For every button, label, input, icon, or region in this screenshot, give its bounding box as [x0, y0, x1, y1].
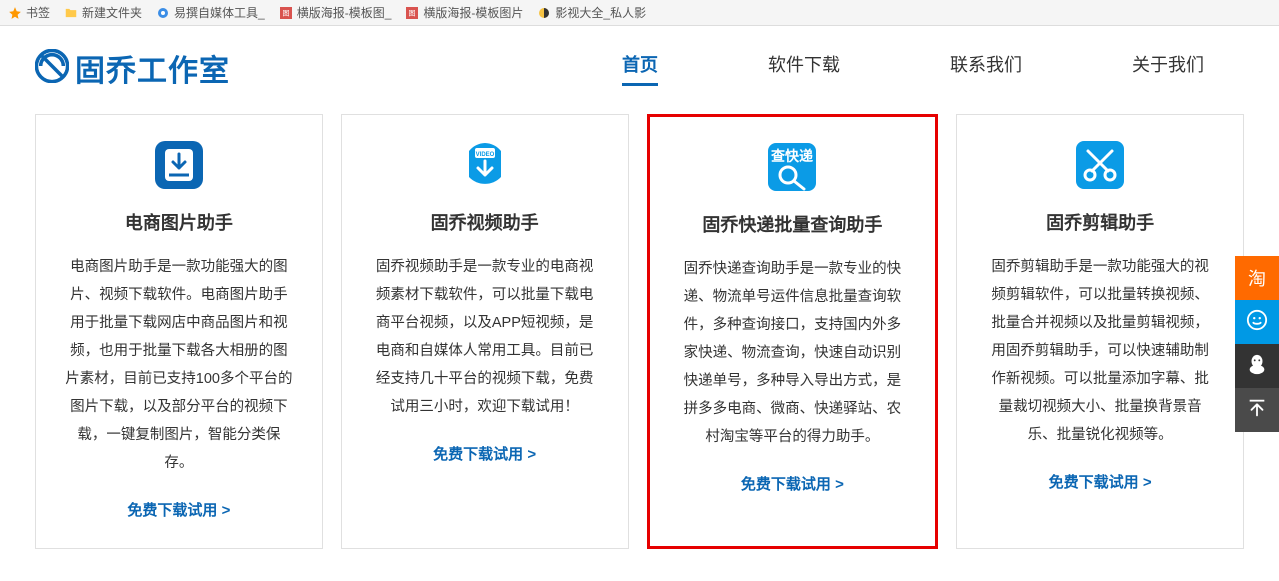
card-title: 固乔快递批量查询助手 [672, 211, 914, 237]
bookmark-label: 书签 [26, 4, 50, 21]
site-logo[interactable]: 固乔工作室 [35, 46, 230, 90]
side-float: 淘 [1235, 256, 1279, 432]
card-download-link[interactable]: 免费下载试用 > [58, 499, 300, 520]
card-desc: 固乔剪辑助手是一款功能强大的视频剪辑软件，可以批量转换视频、批量合并视频以及批量… [979, 253, 1221, 449]
download-icon [149, 135, 209, 195]
bookmark-label: 易撰自媒体工具_ [174, 4, 265, 21]
bookmark-item[interactable]: 图 横版海报-模板图_ [279, 4, 392, 21]
card-express-query: 查快递 固乔快递批量查询助手 固乔快递查询助手是一款专业的快递、物流单号运件信息… [647, 114, 939, 549]
card-image-helper: 电商图片助手 电商图片助手是一款功能强大的图片、视频下载软件。电商图片助手用于批… [35, 114, 323, 549]
arrow-up-icon [1246, 397, 1268, 424]
side-qq[interactable] [1235, 344, 1279, 388]
card-title: 固乔视频助手 [364, 209, 606, 235]
svg-text:查快递: 查快递 [771, 148, 813, 164]
page-header: 固乔工作室 首页 软件下载 联系我们 关于我们 [35, 46, 1244, 90]
card-download-link[interactable]: 免费下载试用 > [672, 473, 914, 494]
globe-icon [156, 6, 170, 20]
star-icon [8, 6, 22, 20]
bookmark-item[interactable]: 易撰自媒体工具_ [156, 4, 265, 21]
main-nav: 首页 软件下载 联系我们 关于我们 [622, 51, 1244, 86]
brand-text: 固乔工作室 [75, 46, 230, 90]
nav-download[interactable]: 软件下载 [768, 51, 840, 86]
side-face[interactable] [1235, 300, 1279, 344]
taobao-icon: 淘 [1248, 265, 1266, 291]
bookmark-folder[interactable]: 新建文件夹 [64, 4, 142, 21]
image-icon: 图 [279, 6, 293, 20]
card-download-link[interactable]: 免费下载试用 > [979, 471, 1221, 492]
video-icon [537, 6, 551, 20]
card-desc: 电商图片助手是一款功能强大的图片、视频下载软件。电商图片助手用于批量下载网店中商… [58, 253, 300, 477]
bookmark-label: 新建文件夹 [82, 4, 142, 21]
card-edit-helper: 固乔剪辑助手 固乔剪辑助手是一款功能强大的视频剪辑软件，可以批量转换视频、批量合… [956, 114, 1244, 549]
card-desc: 固乔视频助手是一款专业的电商视频素材下载软件，可以批量下载电商平台视频，以及AP… [364, 253, 606, 421]
nav-home[interactable]: 首页 [622, 51, 658, 86]
card-title: 固乔剪辑助手 [979, 209, 1221, 235]
bookmark-label: 横版海报-模板图片 [423, 4, 523, 21]
card-download-link[interactable]: 免费下载试用 > [364, 443, 606, 464]
card-video-helper: VIDEO 固乔视频助手 固乔视频助手是一款专业的电商视频素材下载软件，可以批量… [341, 114, 629, 549]
video-download-icon: VIDEO [455, 135, 515, 195]
product-cards: 电商图片助手 电商图片助手是一款功能强大的图片、视频下载软件。电商图片助手用于批… [35, 114, 1244, 549]
bookmarks-bar: 书签 新建文件夹 易撰自媒体工具_ 图 横版海报-模板图_ 图 横版海报-模板图… [0, 0, 1279, 26]
scissors-icon [1070, 135, 1130, 195]
side-taobao[interactable]: 淘 [1235, 256, 1279, 300]
bookmark-item[interactable]: 图 横版海报-模板图片 [405, 4, 523, 21]
nav-about[interactable]: 关于我们 [1132, 51, 1204, 86]
image-icon: 图 [405, 6, 419, 20]
card-desc: 固乔快递查询助手是一款专业的快递、物流单号运件信息批量查询软件，多种查询接口，支… [672, 255, 914, 451]
bookmark-star[interactable]: 书签 [8, 4, 50, 21]
svg-text:VIDEO: VIDEO [475, 152, 494, 158]
logo-icon [35, 49, 69, 88]
qq-icon [1246, 353, 1268, 380]
svg-text:图: 图 [409, 9, 416, 17]
bookmark-label: 横版海报-模板图_ [297, 4, 392, 21]
face-icon [1246, 309, 1268, 336]
express-search-icon: 查快递 [762, 137, 822, 197]
card-title: 电商图片助手 [58, 209, 300, 235]
bookmark-label: 影视大全_私人影 [555, 4, 646, 21]
bookmark-item[interactable]: 影视大全_私人影 [537, 4, 646, 21]
folder-icon [64, 6, 78, 20]
side-back-to-top[interactable] [1235, 388, 1279, 432]
nav-contact[interactable]: 联系我们 [950, 51, 1022, 86]
svg-text:图: 图 [282, 9, 289, 17]
